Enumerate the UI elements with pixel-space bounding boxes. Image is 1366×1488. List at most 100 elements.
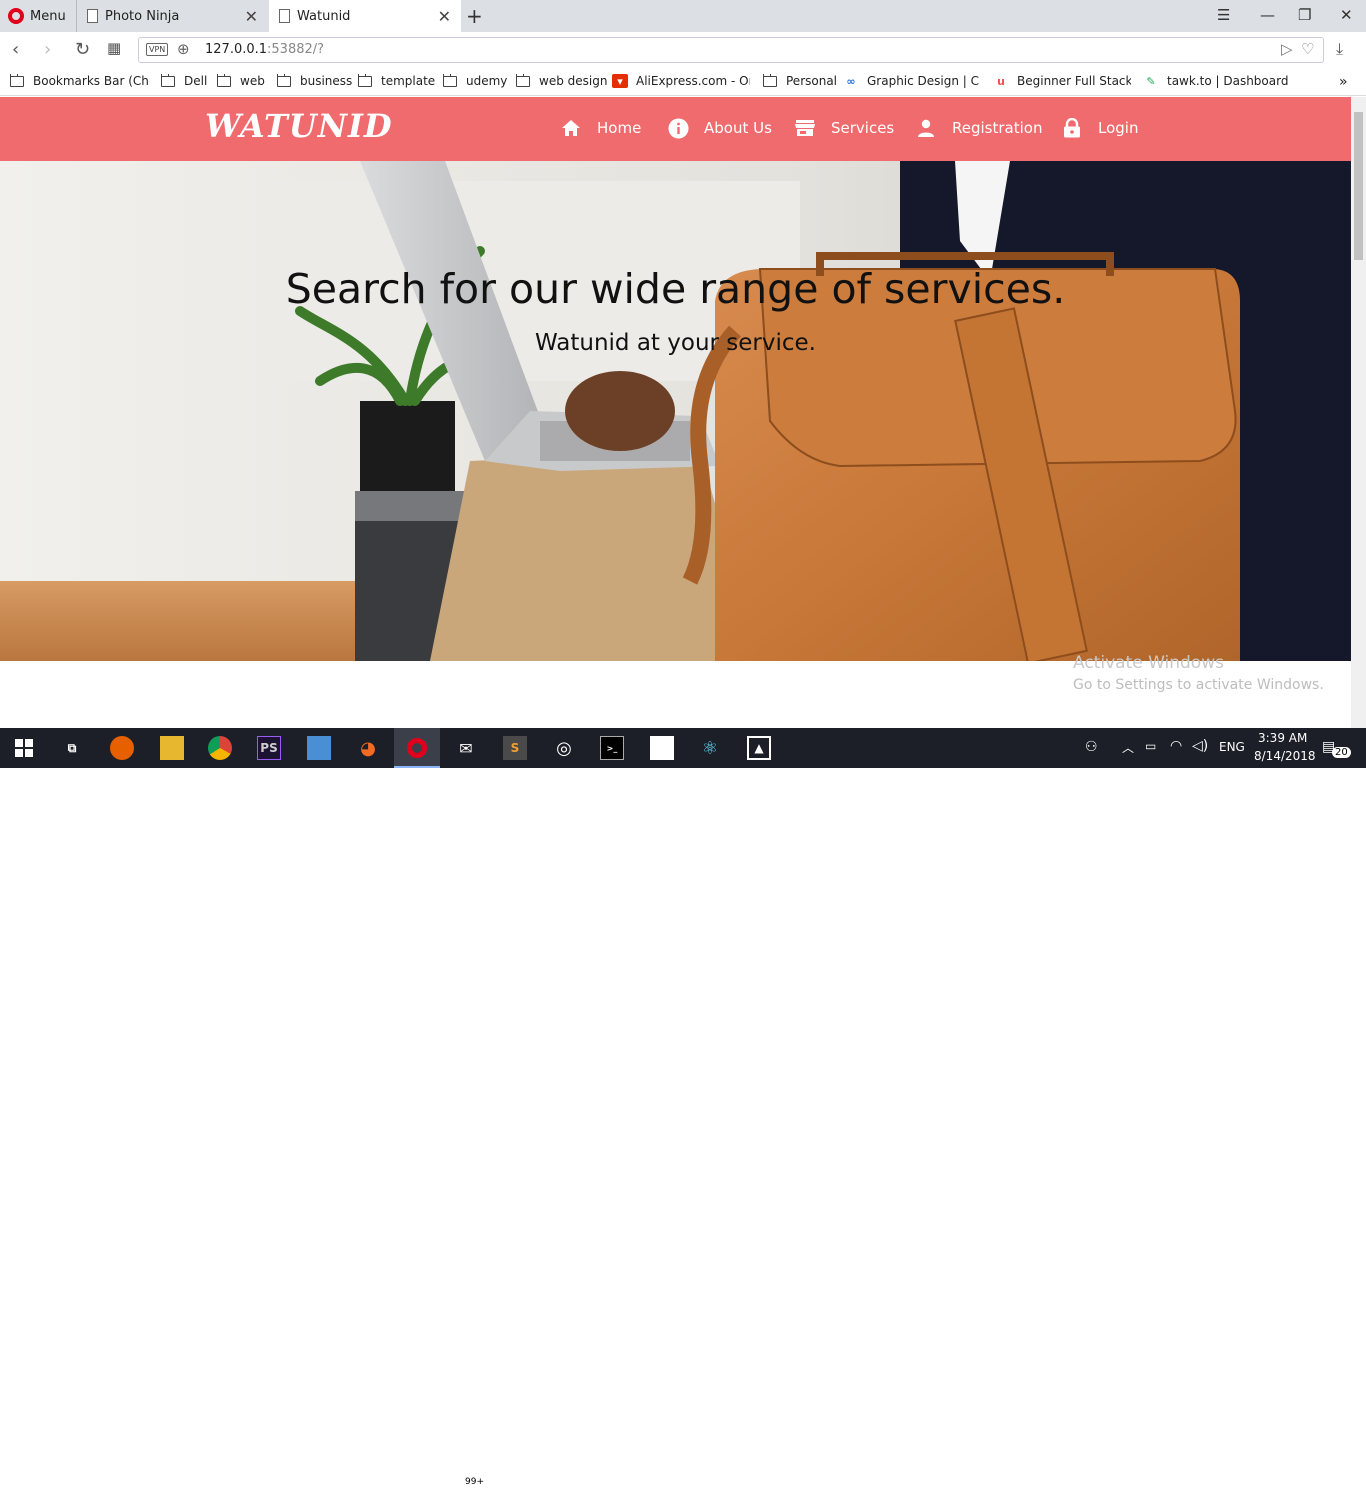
folder-icon bbox=[277, 74, 291, 87]
bookmark-item[interactable]: ✎ tawk.to | Dashboard bbox=[1143, 74, 1288, 88]
folder-icon bbox=[443, 74, 457, 87]
url-text[interactable]: 127.0.0.1:53882/? bbox=[205, 42, 324, 57]
bookmark-item[interactable]: Personal bbox=[763, 74, 837, 88]
battery-icon[interactable]: ▭ bbox=[1145, 739, 1156, 753]
nav-label: Login bbox=[1098, 119, 1139, 137]
opera-taskbar-icon[interactable] bbox=[405, 736, 429, 760]
folder-icon bbox=[161, 74, 175, 87]
bookmark-item[interactable]: template bbox=[358, 74, 435, 88]
address-bar[interactable]: VPN ⊕ 127.0.0.1:53882/? ▷ ♡ bbox=[138, 37, 1324, 63]
close-window-icon[interactable]: ✕ bbox=[1340, 6, 1353, 24]
nav-label: About Us bbox=[704, 119, 772, 137]
language-indicator[interactable]: ENG bbox=[1219, 740, 1245, 754]
folder-icon bbox=[10, 74, 24, 87]
nav-login[interactable]: Login bbox=[1061, 117, 1138, 139]
site-logo[interactable]: WATUNID bbox=[205, 107, 393, 145]
download-icon[interactable]: ⤓ bbox=[1336, 39, 1343, 59]
udemy-icon: u bbox=[997, 74, 1005, 88]
wifi-icon[interactable]: ◠ bbox=[1170, 738, 1182, 754]
aliexpress-icon: ▾ bbox=[612, 74, 628, 88]
more-bookmarks-icon[interactable]: » bbox=[1339, 74, 1348, 90]
person-icon bbox=[915, 117, 937, 139]
nav-about-us[interactable]: About Us bbox=[667, 117, 772, 139]
chrome-icon[interactable] bbox=[208, 736, 232, 760]
tab-watunid[interactable]: Watunid ✕ bbox=[269, 0, 461, 32]
speed-dial-icon[interactable]: ▦ bbox=[107, 39, 121, 57]
new-tab-icon[interactable]: + bbox=[466, 4, 483, 28]
page-icon bbox=[87, 9, 98, 23]
tray-expand-icon[interactable]: ︿ bbox=[1122, 739, 1134, 756]
web-page: WATUNID Home About Us Services Registrat… bbox=[0, 97, 1351, 728]
reload-icon[interactable]: ↻ bbox=[75, 39, 90, 60]
home-icon bbox=[560, 117, 582, 139]
vpn-badge[interactable]: VPN bbox=[146, 43, 169, 56]
tab-title: Photo Ninja bbox=[105, 8, 180, 24]
bookmark-item[interactable]: uBeginner Full Stack W bbox=[993, 74, 1131, 88]
coursera-icon: ∞ bbox=[846, 74, 856, 88]
windows-taskbar: ⧉ PS ◕ ✉ 99+ S ◎ >_ ⚛ ▲ ⚇ ︿ ▭ ◠ ◁) ENG 3… bbox=[0, 728, 1366, 1488]
nav-label: Registration bbox=[952, 119, 1043, 137]
activate-windows-title: Activate Windows bbox=[1073, 653, 1224, 673]
task-view-icon[interactable]: ⧉ bbox=[60, 736, 84, 760]
send-icon[interactable]: ▷ bbox=[1281, 40, 1293, 58]
phpstorm-icon[interactable]: PS bbox=[257, 736, 281, 760]
people-icon[interactable]: ⚇ bbox=[1085, 739, 1098, 755]
clock-date[interactable]: 8/14/2018 bbox=[1254, 749, 1316, 763]
nav-home[interactable]: Home bbox=[560, 117, 641, 139]
close-tab-icon[interactable]: ✕ bbox=[245, 7, 258, 26]
tab-menu-icon[interactable]: ☰ bbox=[1217, 6, 1230, 24]
globe-icon: ⊕ bbox=[177, 40, 190, 58]
bookmarks-bar: Bookmarks Bar (Chro Dell web business te… bbox=[0, 68, 1366, 96]
photos-icon[interactable]: ▲ bbox=[747, 736, 771, 760]
page-scrollbar[interactable] bbox=[1351, 97, 1366, 728]
site-navbar: WATUNID Home About Us Services Registrat… bbox=[0, 97, 1351, 161]
bookmark-item[interactable]: web design bbox=[516, 74, 607, 88]
tab-photo-ninja[interactable]: Photo Ninja ✕ bbox=[76, 0, 268, 32]
windows-start-icon[interactable] bbox=[12, 736, 36, 760]
nav-label: Home bbox=[597, 119, 642, 137]
bookmark-item[interactable]: business bbox=[277, 74, 352, 88]
back-icon[interactable]: ‹ bbox=[12, 39, 19, 60]
nav-services[interactable]: Services bbox=[794, 117, 894, 139]
app-icon[interactable]: ◕ bbox=[356, 736, 380, 760]
bookmark-item[interactable]: ∞Graphic Design | Cou bbox=[843, 74, 979, 88]
hero-subtitle: Watunid at your service. bbox=[535, 330, 816, 356]
atom-icon[interactable]: ⚛ bbox=[698, 736, 722, 760]
tawk-icon: ✎ bbox=[1146, 74, 1156, 88]
store-icon bbox=[794, 117, 816, 139]
browser-tab-strip: Menu Photo Ninja ✕ Watunid ✕ + ☰ — ❐ ✕ bbox=[0, 0, 1366, 32]
hero-banner: Search for our wide range of services. W… bbox=[0, 161, 1351, 661]
nav-label: Services bbox=[831, 119, 895, 137]
forward-icon[interactable]: › bbox=[44, 39, 51, 60]
tab-title: Watunid bbox=[297, 8, 351, 24]
lock-icon bbox=[1061, 117, 1083, 139]
terminal-icon[interactable]: >_ bbox=[600, 736, 624, 760]
info-icon bbox=[667, 117, 689, 139]
file-explorer-icon[interactable] bbox=[160, 736, 184, 760]
hero-photo bbox=[0, 161, 1351, 661]
app-white-icon[interactable] bbox=[650, 736, 674, 760]
bookmark-item[interactable]: ▾AliExpress.com - Onli bbox=[612, 74, 750, 88]
sublime-icon[interactable]: S bbox=[503, 736, 527, 760]
activate-windows-text: Go to Settings to activate Windows. bbox=[1073, 677, 1324, 693]
opera-menu-button[interactable]: Menu bbox=[0, 0, 74, 32]
firefox-icon[interactable] bbox=[110, 736, 134, 760]
bookmark-item[interactable]: Bookmarks Bar (Chro bbox=[10, 74, 150, 88]
volume-icon[interactable]: ◁) bbox=[1192, 738, 1208, 754]
clock-time[interactable]: 3:39 AM bbox=[1258, 731, 1307, 745]
heart-icon[interactable]: ♡ bbox=[1301, 40, 1314, 58]
scrollbar-thumb[interactable] bbox=[1354, 112, 1363, 260]
control-panel-icon[interactable] bbox=[307, 736, 331, 760]
hero-title: Search for our wide range of services. bbox=[285, 265, 1066, 313]
maximize-icon[interactable]: ❐ bbox=[1298, 6, 1311, 24]
close-tab-icon[interactable]: ✕ bbox=[438, 7, 451, 26]
bookmark-item[interactable]: udemy bbox=[443, 74, 507, 88]
app-ring-icon[interactable]: ◎ bbox=[552, 736, 576, 760]
folder-icon bbox=[217, 74, 231, 87]
bookmark-item[interactable]: Dell bbox=[161, 74, 207, 88]
nav-registration[interactable]: Registration bbox=[915, 117, 1042, 139]
bookmark-item[interactable]: web bbox=[217, 74, 265, 88]
mail-icon[interactable]: ✉ bbox=[454, 736, 478, 760]
minimize-icon[interactable]: — bbox=[1260, 6, 1275, 24]
address-bar-row: ‹ › ↻ ▦ VPN ⊕ 127.0.0.1:53882/? ▷ ♡ ⤓ bbox=[0, 32, 1366, 68]
